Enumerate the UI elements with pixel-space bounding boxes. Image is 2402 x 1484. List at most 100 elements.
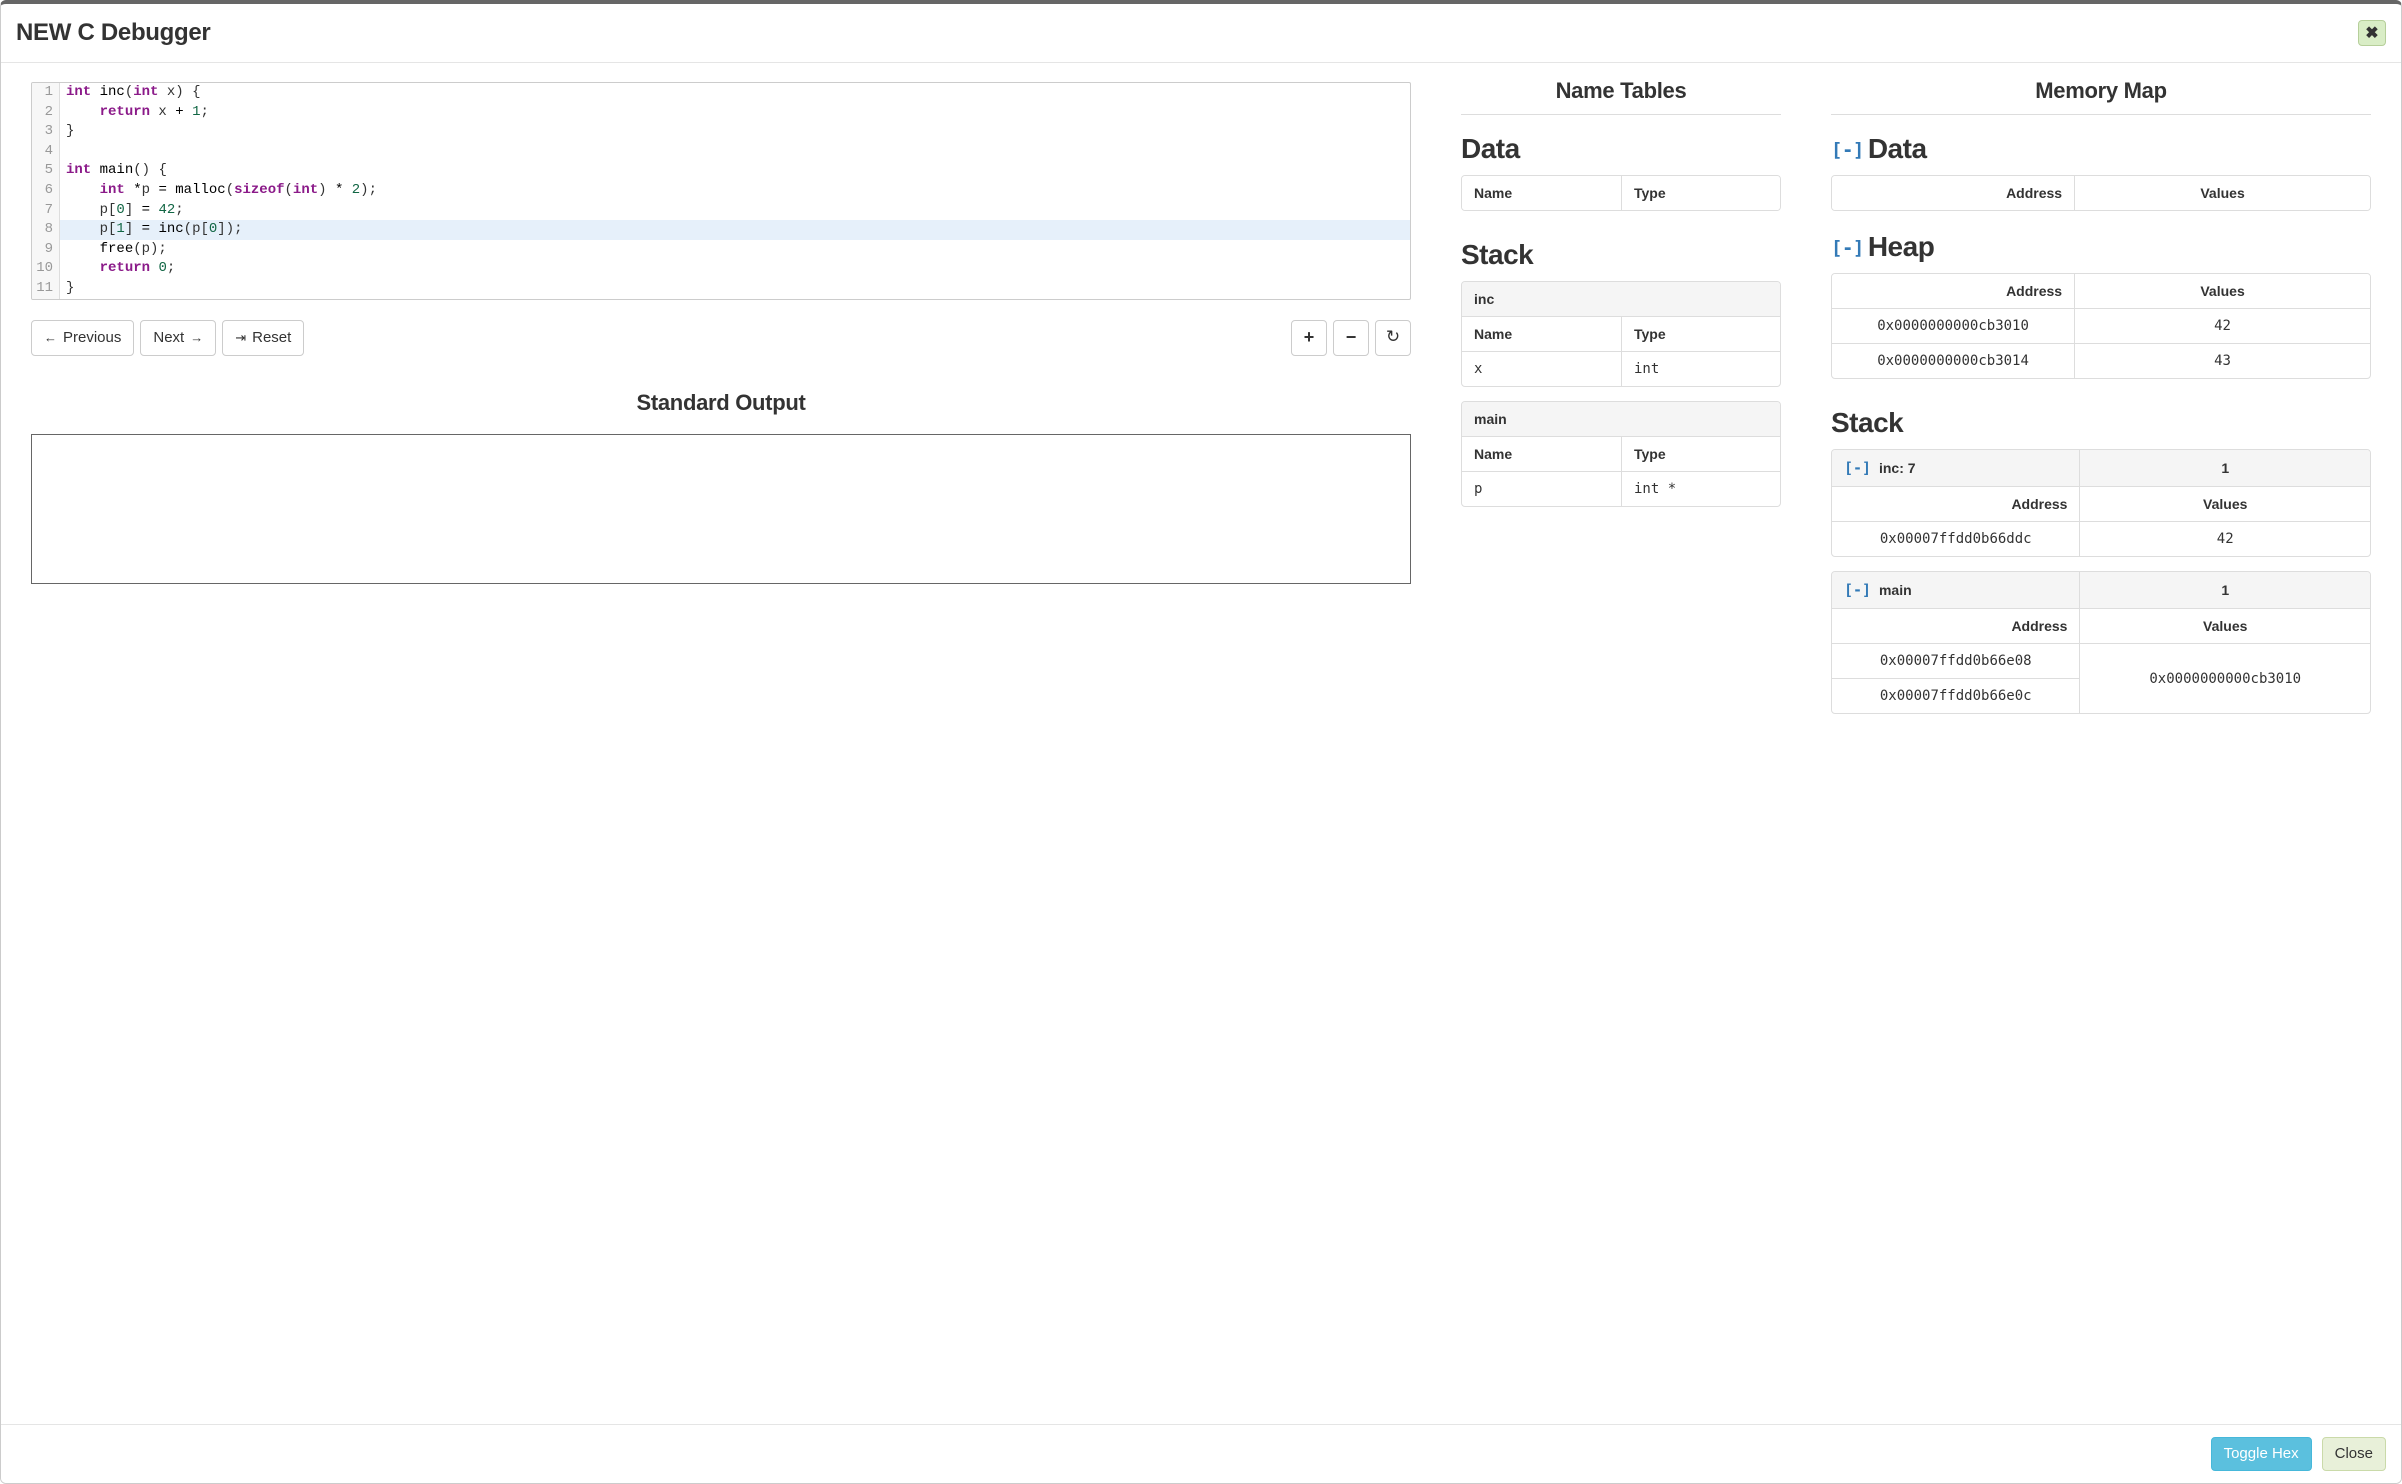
- mm-heap-table: Address Values 0x0000000000cb3010420x000…: [1831, 273, 2371, 379]
- code-text: [60, 142, 1410, 162]
- name-tables-column: Name Tables Data Name Type Stack incName…: [1461, 78, 1781, 521]
- line-number: 7: [32, 201, 60, 221]
- refresh-button[interactable]: ↻: [1375, 320, 1411, 356]
- code-line[interactable]: 8 p[1] = inc(p[0]);: [32, 220, 1410, 240]
- col-address: Address: [1832, 608, 2079, 643]
- code-text: return x + 1;: [60, 103, 1410, 123]
- col-values: Values: [2079, 608, 2370, 643]
- var-name: p: [1462, 471, 1621, 506]
- modal-body: 1int inc(int x) {2 return x + 1;3}4 5int…: [1, 63, 2401, 1424]
- zoom-in-button[interactable]: +: [1291, 320, 1327, 356]
- stack-frame-table: mainNameTypepint *: [1461, 401, 1781, 507]
- reset-label: Reset: [252, 329, 291, 347]
- value-cell: 42: [2074, 308, 2370, 343]
- previous-button[interactable]: ← Previous: [31, 320, 134, 356]
- left-column: 1int inc(int x) {2 return x + 1;3}4 5int…: [31, 78, 1411, 584]
- code-line[interactable]: 4: [32, 142, 1410, 162]
- mm-heap-label: Heap: [1868, 231, 1934, 262]
- code-text: p[0] = 42;: [60, 201, 1410, 221]
- col-address: Address: [1832, 274, 2074, 308]
- close-button[interactable]: ✖: [2358, 20, 2386, 46]
- col-address: Address: [1832, 176, 2074, 210]
- code-text: int inc(int x) {: [60, 83, 1410, 103]
- code-line[interactable]: 1int inc(int x) {: [32, 83, 1410, 103]
- code-line[interactable]: 2 return x + 1;: [32, 103, 1410, 123]
- code-text: }: [60, 122, 1410, 142]
- code-line[interactable]: 6 int *p = malloc(sizeof(int) * 2);: [32, 181, 1410, 201]
- arrow-right-icon: →: [190, 330, 203, 346]
- code-text: int main() {: [60, 161, 1410, 181]
- arrow-left-icon: ←: [44, 330, 57, 346]
- address-cell: 0x00007ffdd0b66e08: [1832, 643, 2079, 678]
- mm-data-label: Data: [1868, 133, 1927, 164]
- code-line[interactable]: 11}: [32, 279, 1410, 299]
- collapse-toggle-icon[interactable]: [-]: [1831, 139, 1864, 161]
- line-number: 4: [32, 142, 60, 162]
- stdout-box[interactable]: [31, 434, 1411, 584]
- modal-header: NEW C Debugger ✖: [1, 4, 2401, 63]
- table-row: 0x0000000000cb301042: [1832, 308, 2370, 343]
- value-cell: 43: [2074, 343, 2370, 378]
- table-row: 0x00007ffdd0b66ddc42: [1832, 521, 2370, 556]
- mm-heap-title: [-]Heap: [1831, 231, 2371, 263]
- reset-button[interactable]: ⇥ Reset: [222, 320, 304, 356]
- code-editor[interactable]: 1int inc(int x) {2 return x + 1;3}4 5int…: [31, 82, 1411, 300]
- previous-label: Previous: [63, 329, 121, 347]
- close-icon: ✖: [2365, 23, 2378, 43]
- modal-footer: Toggle Hex Close: [1, 1424, 2401, 1483]
- code-text: return 0;: [60, 259, 1410, 279]
- code-text: p[1] = inc(p[0]);: [60, 220, 1410, 240]
- frame-name: inc: 7: [1875, 460, 1915, 476]
- collapse-toggle-icon[interactable]: [-]: [1844, 459, 1871, 477]
- var-name: x: [1462, 351, 1621, 386]
- col-type: Type: [1621, 316, 1780, 351]
- collapse-toggle-icon[interactable]: [-]: [1844, 581, 1871, 599]
- name-table-stack-frames: incNameTypexint mainNameTypepint *: [1461, 281, 1781, 507]
- mm-data-title: [-]Data: [1831, 133, 2371, 165]
- value-cell: 42: [2079, 521, 2370, 556]
- code-line[interactable]: 3}: [32, 122, 1410, 142]
- var-type: int *: [1621, 471, 1780, 506]
- collapse-toggle-icon[interactable]: [-]: [1831, 237, 1864, 259]
- stack-frame-table: incNameTypexint: [1461, 281, 1781, 387]
- plus-icon: +: [1304, 327, 1315, 349]
- table-row: xint: [1462, 351, 1780, 386]
- toggle-hex-button[interactable]: Toggle Hex: [2211, 1437, 2312, 1471]
- col-type: Type: [1621, 176, 1780, 210]
- address-cell: 0x0000000000cb3014: [1832, 343, 2074, 378]
- memory-map-column: Memory Map [-]Data Address Values [-]Hea…: [1831, 78, 2371, 728]
- next-button[interactable]: Next →: [140, 320, 216, 356]
- col-name: Name: [1462, 316, 1621, 351]
- line-number: 8: [32, 220, 60, 240]
- code-line[interactable]: 5int main() {: [32, 161, 1410, 181]
- code-text: int *p = malloc(sizeof(int) * 2);: [60, 181, 1410, 201]
- col-address: Address: [1832, 486, 2079, 521]
- mm-stack-frame: [-] main1AddressValues0x00007ffdd0b66e08…: [1831, 571, 2371, 714]
- table-row: pint *: [1462, 471, 1780, 506]
- line-number: 10: [32, 259, 60, 279]
- table-row: 0x0000000000cb301443: [1832, 343, 2370, 378]
- memory-map-title: Memory Map: [1831, 78, 2371, 115]
- close-footer-button[interactable]: Close: [2322, 1437, 2386, 1471]
- table-row: 0x00007ffdd0b66e080x0000000000cb3010: [1832, 643, 2370, 678]
- address-cell: 0x00007ffdd0b66ddc: [1832, 521, 2079, 556]
- frame-count: 1: [2079, 572, 2370, 608]
- data-name-table: Name Type: [1461, 175, 1781, 211]
- line-number: 9: [32, 240, 60, 260]
- line-number: 1: [32, 83, 60, 103]
- col-type: Type: [1621, 436, 1780, 471]
- col-values: Values: [2074, 176, 2370, 210]
- mm-data-table: Address Values: [1831, 175, 2371, 211]
- mm-stack-frame: [-] inc: 71AddressValues0x00007ffdd0b66d…: [1831, 449, 2371, 557]
- code-line[interactable]: 7 p[0] = 42;: [32, 201, 1410, 221]
- var-type: int: [1621, 351, 1780, 386]
- address-cell: 0x0000000000cb3010: [1832, 308, 2074, 343]
- stdout-title: Standard Output: [31, 390, 1411, 416]
- data-section-title: Data: [1461, 133, 1781, 165]
- zoom-out-button[interactable]: −: [1333, 320, 1369, 356]
- code-line[interactable]: 10 return 0;: [32, 259, 1410, 279]
- code-line[interactable]: 9 free(p);: [32, 240, 1410, 260]
- col-name: Name: [1462, 436, 1621, 471]
- next-label: Next: [153, 329, 184, 347]
- name-tables-title: Name Tables: [1461, 78, 1781, 115]
